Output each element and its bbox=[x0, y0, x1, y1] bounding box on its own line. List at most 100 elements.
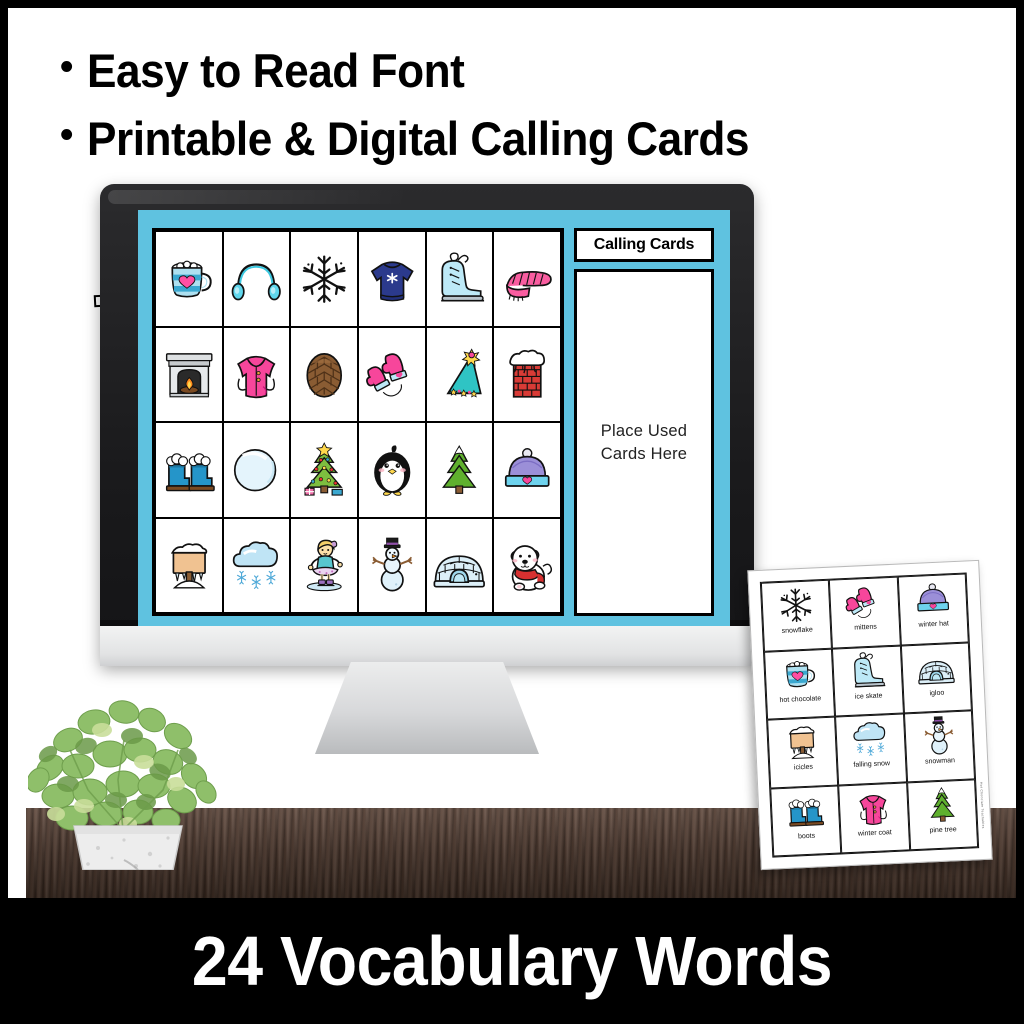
calling-card[interactable]: falling snow bbox=[835, 713, 907, 786]
igloo-icon bbox=[903, 646, 969, 689]
mittens-icon bbox=[831, 581, 897, 624]
bingo-cell[interactable] bbox=[290, 231, 358, 327]
bingo-cell[interactable] bbox=[290, 517, 358, 613]
party-hat-icon bbox=[427, 328, 493, 422]
winter-coat-icon bbox=[841, 786, 907, 829]
pine-tree-icon bbox=[427, 423, 493, 517]
sheet-credit-text: Hot Chocolate Teachables bbox=[979, 782, 986, 830]
bingo-board-grid bbox=[152, 228, 564, 616]
place-used-line-1: Place Used bbox=[600, 422, 688, 441]
calling-card[interactable]: snowflake bbox=[760, 579, 833, 652]
calling-card[interactable]: igloo bbox=[900, 641, 972, 714]
bottom-banner: 24 Vocabulary Words bbox=[0, 898, 1024, 1024]
calling-card[interactable]: ice skate bbox=[832, 645, 904, 717]
bingo-cell[interactable] bbox=[357, 231, 426, 327]
monitor-chin bbox=[100, 626, 754, 666]
calling-card-label: pine tree bbox=[929, 825, 957, 834]
calling-card[interactable]: winter coat bbox=[838, 781, 910, 854]
bingo-cell[interactable] bbox=[222, 422, 291, 518]
desktop-monitor: Calling Cards Place Used Cards Here bbox=[100, 184, 754, 754]
headline-bullet-2-text: Printable & Digital Calling Cards bbox=[86, 112, 750, 165]
bingo-cell[interactable] bbox=[357, 422, 426, 518]
calling-card[interactable]: mittens bbox=[829, 576, 901, 649]
headline-bullet-1: • Easy to Read Font bbox=[60, 42, 1010, 100]
bingo-cell[interactable] bbox=[493, 517, 561, 613]
bingo-cell[interactable] bbox=[155, 422, 223, 518]
bingo-cell[interactable] bbox=[290, 326, 358, 422]
headline-bullet-list: • Easy to Read Font • Printable & Digita… bbox=[60, 42, 1010, 168]
ice-skate-icon bbox=[834, 649, 900, 692]
bingo-slide: Calling Cards Place Used Cards Here bbox=[138, 210, 730, 626]
bullet-dot-icon: • bbox=[60, 46, 73, 88]
calling-card[interactable]: icicles bbox=[767, 716, 839, 789]
calling-cards-panel: Calling Cards Place Used Cards Here bbox=[574, 228, 716, 616]
winter-hat-icon bbox=[494, 423, 560, 517]
bingo-cell[interactable] bbox=[357, 517, 426, 613]
ice-skate-icon bbox=[427, 232, 493, 326]
plant-foliage bbox=[28, 700, 217, 832]
snowball-icon bbox=[224, 423, 290, 517]
pine-cone-icon bbox=[291, 328, 357, 422]
polar-bear-icon bbox=[494, 519, 560, 613]
calling-card-label: ice skate bbox=[854, 691, 883, 701]
bingo-cell[interactable] bbox=[222, 326, 291, 422]
calling-card-label: winter hat bbox=[918, 620, 950, 629]
bingo-cell[interactable] bbox=[493, 422, 561, 518]
calling-cards-title: Calling Cards bbox=[574, 228, 714, 262]
boots-icon bbox=[772, 789, 838, 832]
hot-chocolate-icon bbox=[156, 232, 222, 326]
printable-calling-cards-sheet[interactable]: snowflake mittens winter hat hot chocolate i… bbox=[747, 559, 993, 871]
bingo-cell[interactable] bbox=[425, 231, 494, 327]
calling-card[interactable]: boots bbox=[770, 785, 842, 857]
monitor-stand bbox=[315, 662, 539, 754]
place-used-cards-area[interactable]: Place Used Cards Here bbox=[574, 269, 714, 616]
calling-card[interactable]: snowman bbox=[903, 710, 976, 782]
calling-card[interactable]: pine tree bbox=[906, 778, 979, 851]
icicles-icon bbox=[769, 721, 835, 764]
calling-card-label: snowflake bbox=[781, 626, 813, 635]
calling-card[interactable]: hot chocolate bbox=[763, 648, 836, 720]
sweater-icon bbox=[359, 232, 425, 326]
bingo-cell[interactable] bbox=[155, 517, 223, 613]
bingo-cell[interactable] bbox=[425, 422, 494, 518]
bingo-cell[interactable] bbox=[222, 231, 291, 327]
bingo-cell[interactable] bbox=[425, 517, 494, 613]
white-canvas: • Easy to Read Font • Printable & Digita… bbox=[8, 8, 1016, 898]
bingo-cell[interactable] bbox=[493, 231, 561, 327]
winter-hat-icon bbox=[900, 578, 966, 621]
mittens-icon bbox=[359, 328, 425, 422]
icicles-icon bbox=[156, 519, 222, 613]
igloo-icon bbox=[427, 519, 493, 613]
calling-card[interactable]: winter hat bbox=[897, 573, 969, 646]
calling-card-label: winter coat bbox=[857, 828, 892, 838]
bingo-cell[interactable] bbox=[357, 326, 426, 422]
headline-bullet-1-text: Easy to Read Font bbox=[86, 44, 465, 97]
falling-snow-icon bbox=[224, 519, 290, 613]
hot-chocolate-icon bbox=[766, 652, 832, 695]
product-preview-image: • Easy to Read Font • Printable & Digita… bbox=[0, 0, 1024, 1024]
plant-pot bbox=[73, 825, 183, 870]
snowman-icon bbox=[906, 714, 972, 757]
bingo-cell[interactable] bbox=[222, 517, 291, 613]
fireplace-icon bbox=[156, 328, 222, 422]
christmas-tree-icon bbox=[291, 423, 357, 517]
calling-cards-grid: snowflake mittens winter hat hot chocolate i… bbox=[759, 572, 980, 858]
calling-card-label: falling snow bbox=[853, 760, 891, 769]
penguin-icon bbox=[359, 423, 425, 517]
calling-card-label: snowman bbox=[924, 757, 956, 766]
bingo-cell[interactable] bbox=[155, 326, 223, 422]
bingo-cell[interactable] bbox=[493, 326, 561, 422]
bingo-cell[interactable] bbox=[155, 231, 223, 327]
calling-card-label: boots bbox=[797, 832, 816, 840]
calling-card-label: icicles bbox=[793, 763, 814, 772]
bottom-banner-text: 24 Vocabulary Words bbox=[191, 922, 833, 1000]
snowman-icon bbox=[359, 519, 425, 613]
ice-skater-icon bbox=[291, 519, 357, 613]
pine-tree-icon bbox=[909, 783, 975, 826]
falling-snow-icon bbox=[838, 718, 904, 761]
bingo-cell[interactable] bbox=[290, 422, 358, 518]
bingo-cell[interactable] bbox=[425, 326, 494, 422]
calling-card-label: igloo bbox=[929, 689, 945, 697]
bullet-dot-icon: • bbox=[60, 114, 73, 156]
boots-icon bbox=[156, 423, 222, 517]
